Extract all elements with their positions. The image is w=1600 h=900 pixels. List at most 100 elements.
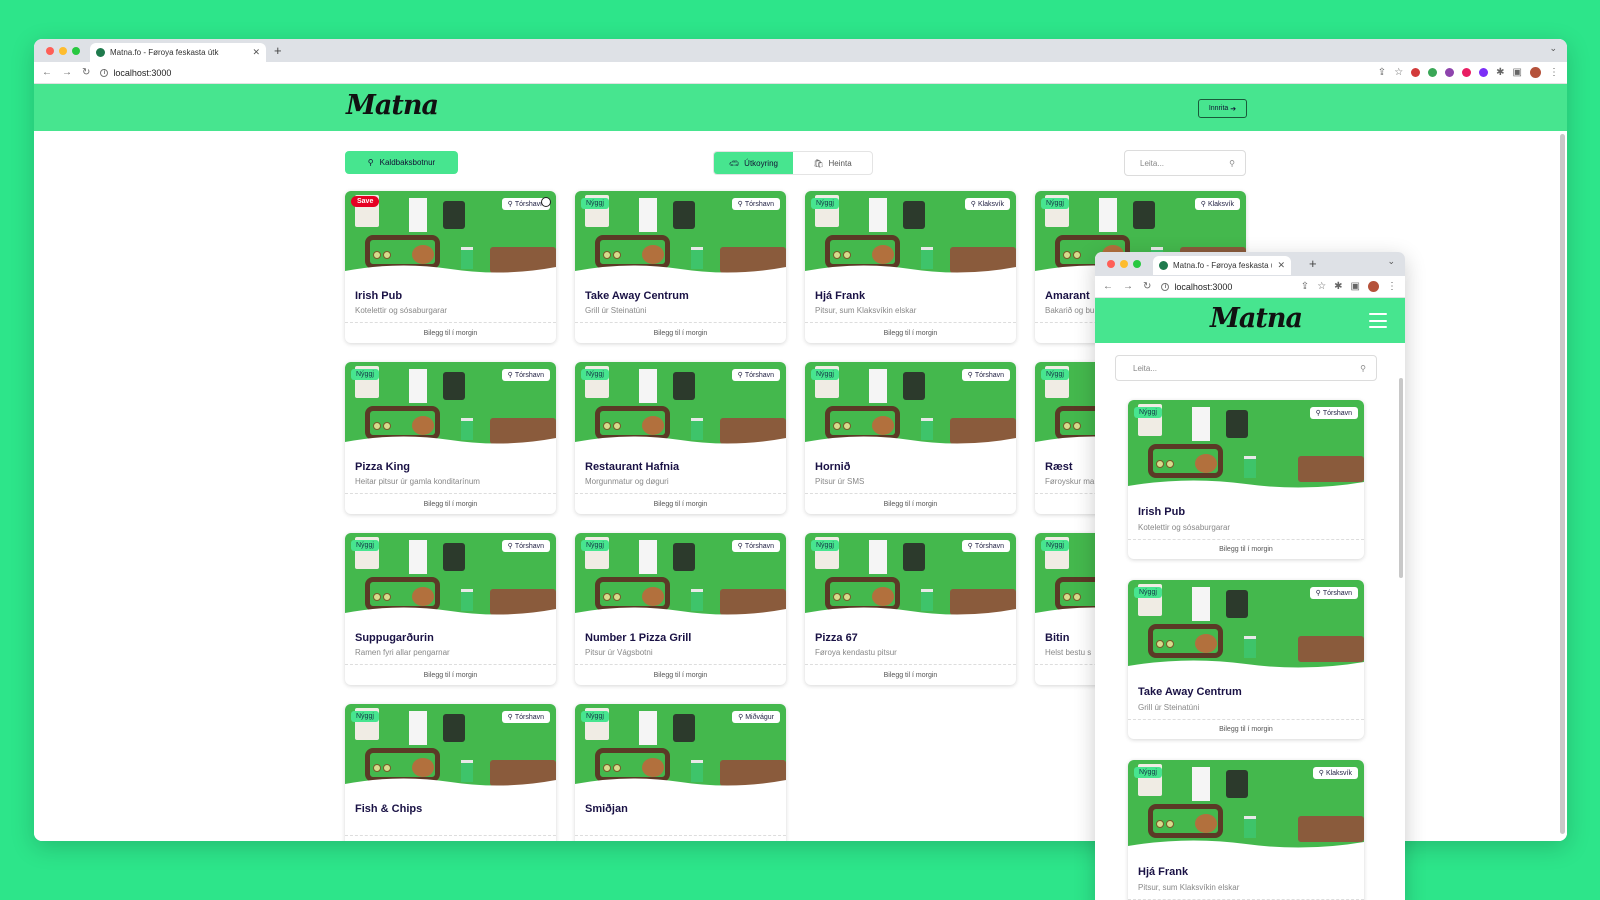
restaurant-card[interactable]: Nýggj ⚲ Tórshavn Fish & Chips Bilegg til… xyxy=(345,704,556,841)
minimize-window-button[interactable] xyxy=(59,47,67,55)
side-panel-icon[interactable]: ▣ xyxy=(1513,67,1522,78)
extension-icon[interactable] xyxy=(1462,68,1472,77)
location-button[interactable]: ⚲ Kaldbaksbotnur xyxy=(345,151,458,174)
map-pin-icon: ⚲ xyxy=(967,543,973,550)
restaurant-card[interactable]: Nýggj ⚲ Klaksvík Hjá Frank Pitsur, sum K… xyxy=(805,191,1016,343)
restaurant-card[interactable]: Nýggj ⚲ Klaksvík Hjá Frank Pitsur, sum K… xyxy=(1128,760,1364,900)
restaurant-card[interactable]: Nýggj ⚲ Tórshavn Irish Pub Kotelettir og… xyxy=(1128,400,1364,559)
search-input[interactable]: Leita... ⚲ xyxy=(1124,150,1246,176)
city-label: Tórshavn xyxy=(1322,409,1352,417)
maximize-window-button[interactable] xyxy=(1133,260,1141,268)
new-badge: Nýggj xyxy=(581,540,609,551)
address-bar[interactable]: i localhost:3000 xyxy=(1161,282,1232,292)
pickup-option[interactable]: 🛍︎ Heinta xyxy=(793,152,872,174)
login-button[interactable]: Innrita ➔ xyxy=(1198,99,1247,118)
new-tab-icon[interactable]: + xyxy=(1309,256,1317,271)
back-icon[interactable]: ← xyxy=(42,67,52,78)
hamburger-menu-icon[interactable] xyxy=(1369,313,1387,328)
minimize-window-button[interactable] xyxy=(1120,260,1128,268)
order-info: Bilegg til í morgin xyxy=(345,493,556,514)
extensions-puzzle-icon[interactable]: ✱ xyxy=(1496,67,1504,78)
mobile-browser-tab[interactable]: Matna.fo - Føroya feskasta útk ✕ xyxy=(1153,256,1291,275)
site-info-icon[interactable]: i xyxy=(1161,282,1170,291)
order-info: Bilegg til í morgin xyxy=(575,493,786,514)
restaurant-description: Heitar pitsur úr gamla konditarínum xyxy=(355,477,480,486)
map-pin-icon: ⚲ xyxy=(1315,590,1321,597)
new-tab-icon[interactable]: + xyxy=(274,43,282,58)
close-tab-icon[interactable]: ✕ xyxy=(1277,260,1285,271)
restaurant-card[interactable]: Save ⚲ Tórshavn Irish Pub Kotelettir og … xyxy=(345,191,556,343)
pinterest-save-badge[interactable]: Save xyxy=(351,196,380,207)
extensions-puzzle-icon[interactable]: ✱ xyxy=(1334,281,1342,292)
map-pin-icon: ⚲ xyxy=(1200,201,1206,208)
restaurant-card[interactable]: Nýggj ⚲ Tórshavn Pizza 67 Føroya kendast… xyxy=(805,533,1016,685)
menu-kebab-icon[interactable]: ⋮ xyxy=(1387,281,1397,292)
restaurant-image: Nýggj ⚲ Klaksvík xyxy=(1128,760,1364,852)
extension-icon[interactable] xyxy=(1411,68,1421,77)
restaurant-description: Grill úr Steinatúni xyxy=(1138,703,1200,712)
lens-icon[interactable] xyxy=(541,197,551,207)
reload-icon[interactable]: ↻ xyxy=(82,67,90,78)
restaurant-name: Pizza King xyxy=(355,461,411,473)
reload-icon[interactable]: ↻ xyxy=(1143,281,1151,292)
restaurant-image: Nýggj ⚲ Tórshavn xyxy=(1128,400,1364,492)
side-panel-icon[interactable]: ▣ xyxy=(1351,281,1360,292)
restaurant-name: Ræst xyxy=(1045,461,1073,473)
extension-icon[interactable] xyxy=(1445,68,1455,77)
bookmark-star-icon[interactable]: ☆ xyxy=(1317,281,1326,292)
location-label: Kaldbaksbotnur xyxy=(379,158,436,167)
map-pin-icon: ⚲ xyxy=(737,543,743,550)
back-icon[interactable]: ← xyxy=(1103,281,1113,292)
close-window-button[interactable] xyxy=(46,47,54,55)
forward-icon[interactable]: → xyxy=(62,67,72,78)
mobile-scrollbar[interactable] xyxy=(1399,378,1403,578)
city-badge: ⚲ Tórshavn xyxy=(961,540,1010,552)
restaurant-image: Nýggj ⚲ Tórshavn xyxy=(575,362,786,448)
tab-search-chevron-icon[interactable]: ⌄ xyxy=(1387,256,1395,267)
restaurant-card[interactable]: Nýggj ⚲ Tórshavn Take Away Centrum Grill… xyxy=(1128,580,1364,739)
browser-tab[interactable]: Matna.fo - Føroya feskasta útk ✕ xyxy=(90,43,266,62)
address-bar[interactable]: i localhost:3000 xyxy=(100,68,171,78)
extension-icon[interactable] xyxy=(1479,68,1489,77)
profile-avatar[interactable] xyxy=(1368,281,1379,292)
restaurant-name: Fish & Chips xyxy=(355,803,423,815)
city-label: Tórshavn xyxy=(514,542,544,550)
restaurant-description: Helst bestu s xyxy=(1045,648,1092,657)
matna-logo[interactable]: Matna xyxy=(346,90,439,121)
page-scrollbar[interactable] xyxy=(1560,134,1565,834)
map-pin-icon: ⚲ xyxy=(507,372,513,379)
close-window-button[interactable] xyxy=(1107,260,1115,268)
toolbar-right: ⇪ ☆ ✱ ▣ ⋮ xyxy=(1378,67,1559,78)
profile-avatar[interactable] xyxy=(1530,67,1541,78)
delivery-option[interactable]: 🚗︎ Útkoyring xyxy=(714,152,793,174)
restaurant-card[interactable]: Nýggj ⚲ Miðvágur Smiðjan Bilegg til í mo… xyxy=(575,704,786,841)
map-pin-icon: ⚲ xyxy=(737,201,743,208)
matna-logo[interactable]: Matna xyxy=(1210,303,1303,334)
share-icon[interactable]: ⇪ xyxy=(1301,281,1309,292)
city-badge: ⚲ Tórshavn xyxy=(731,369,780,381)
city-badge: ⚲ Tórshavn xyxy=(1309,587,1358,599)
restaurant-card[interactable]: Nýggj ⚲ Tórshavn Number 1 Pizza Grill Pi… xyxy=(575,533,786,685)
city-label: Tórshavn xyxy=(514,713,544,721)
restaurant-name: Hornið xyxy=(815,461,851,473)
menu-kebab-icon[interactable]: ⋮ xyxy=(1549,67,1559,78)
map-pin-icon: ⚲ xyxy=(1318,770,1324,777)
restaurant-card[interactable]: Nýggj ⚲ Tórshavn Suppugarðurin Ramen fyr… xyxy=(345,533,556,685)
new-badge: Nýggj xyxy=(581,198,609,209)
mobile-search-input[interactable]: Leita... ⚲ xyxy=(1115,355,1377,381)
bookmark-star-icon[interactable]: ☆ xyxy=(1394,67,1403,78)
restaurant-card[interactable]: Nýggj ⚲ Tórshavn Hornið Pitsur úr SMS Bi… xyxy=(805,362,1016,514)
city-badge: ⚲ Klaksvík xyxy=(964,198,1010,210)
extension-icon[interactable] xyxy=(1428,68,1438,77)
restaurant-card[interactable]: Nýggj ⚲ Tórshavn Pizza King Heitar pitsu… xyxy=(345,362,556,514)
maximize-window-button[interactable] xyxy=(72,47,80,55)
restaurant-card[interactable]: Nýggj ⚲ Tórshavn Restaurant Hafnia Morgu… xyxy=(575,362,786,514)
restaurant-description: Kotelettir og sósaburgarar xyxy=(1138,523,1231,532)
close-tab-icon[interactable]: ✕ xyxy=(252,47,260,58)
restaurant-card[interactable]: Nýggj ⚲ Tórshavn Take Away Centrum Grill… xyxy=(575,191,786,343)
forward-icon[interactable]: → xyxy=(1123,281,1133,292)
site-info-icon[interactable]: i xyxy=(100,68,109,77)
restaurant-image: Nýggj ⚲ Tórshavn xyxy=(345,362,556,448)
tab-search-chevron-icon[interactable]: ⌄ xyxy=(1549,43,1557,54)
share-icon[interactable]: ⇪ xyxy=(1378,67,1386,78)
